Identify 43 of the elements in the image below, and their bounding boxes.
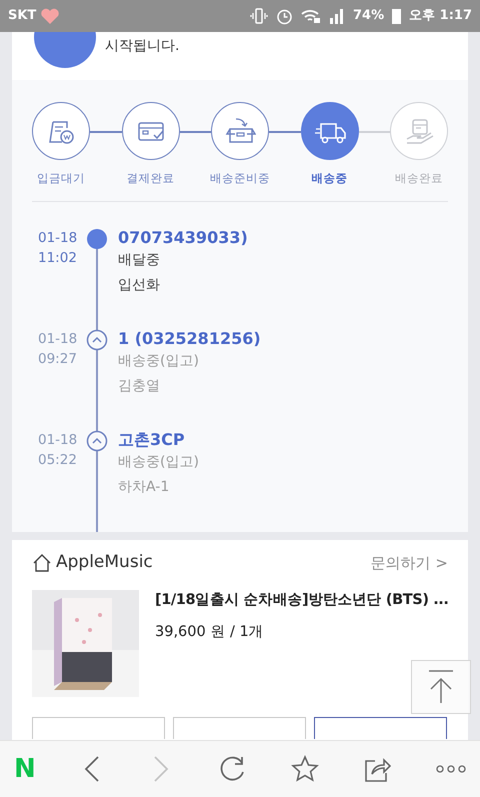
step-label: 배송완료 <box>394 170 444 187</box>
event-date: 01-18 <box>38 330 78 350</box>
more-icon[interactable] <box>436 764 466 774</box>
event-time: 05:22 <box>38 451 78 470</box>
event-date: 01-18 <box>38 229 78 248</box>
event-status: 배송중(입고) <box>118 453 199 472</box>
seller-name: AppleMusic <box>56 551 153 574</box>
event-location: 1 (0325281256) <box>118 329 261 350</box>
share-icon[interactable] <box>363 755 392 783</box>
action-button[interactable] <box>314 716 447 739</box>
event-time: 11:02 <box>38 249 78 268</box>
product-title[interactable]: [1/18일출시 순차배송]방탄소년단 (BTS) ... <box>155 590 449 612</box>
heart-icon <box>40 7 60 25</box>
step-label: 배송중 <box>310 170 348 187</box>
battery-icon <box>392 8 402 24</box>
carrier-text: SKT <box>8 7 36 26</box>
step-label: 입금대기 <box>36 170 86 187</box>
refresh-icon[interactable] <box>218 755 246 783</box>
event-location: 07073439033) <box>118 228 248 248</box>
product-price: 39,600 원 / 1개 <box>155 622 265 642</box>
wifi-icon <box>301 8 321 24</box>
step-label: 결제완료 <box>126 170 176 187</box>
signal-icon <box>329 8 345 24</box>
event-status: 배달중 <box>118 251 161 270</box>
battery-percent: 74% <box>353 7 384 26</box>
step-label: 배송준비중 <box>209 170 271 187</box>
scroll-top-button[interactable] <box>411 660 471 714</box>
browser-logo[interactable]: N <box>14 750 36 788</box>
star-icon[interactable] <box>290 755 319 783</box>
clock-text: 오후 1:17 <box>409 7 472 26</box>
event-date: 01-18 <box>38 431 78 450</box>
event-handler: 하차A-1 <box>118 478 170 498</box>
arrow-up-icon <box>426 669 456 705</box>
notice-text: 시작됩니다. <box>105 37 180 56</box>
alarm-icon <box>276 8 293 24</box>
event-time: 09:27 <box>38 350 78 370</box>
inquiry-link[interactable]: 문의하기 > <box>370 552 448 574</box>
event-handler: 입선화 <box>118 276 161 296</box>
event-status: 배송중(입고) <box>118 352 200 372</box>
event-location: 고촌3CP <box>118 430 186 450</box>
home-icon <box>32 553 52 573</box>
event-handler: 김충열 <box>118 377 161 396</box>
vibrate-icon <box>250 8 268 24</box>
